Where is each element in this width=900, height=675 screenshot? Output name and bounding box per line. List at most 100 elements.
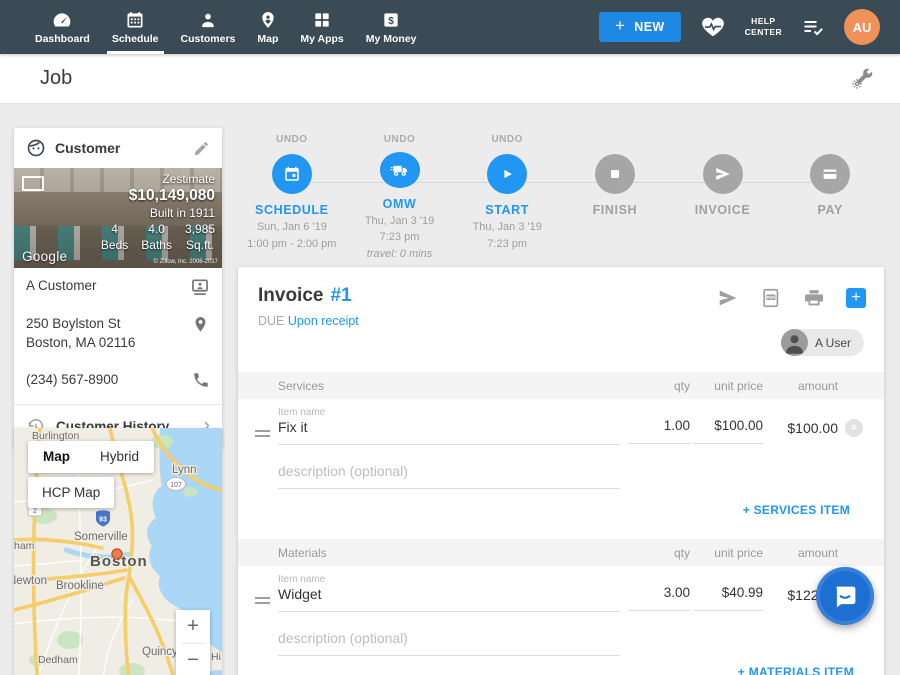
edit-pencil-icon[interactable] <box>193 140 210 157</box>
contact-card-icon[interactable] <box>190 277 210 297</box>
svg-text:Brookline: Brookline <box>56 580 104 592</box>
undo-omw-button[interactable]: UNDO <box>384 134 415 145</box>
zoom-out-button[interactable]: − <box>176 644 210 675</box>
nav-item-my-apps[interactable]: My Apps <box>289 0 354 54</box>
print-icon[interactable] <box>803 287 825 309</box>
step-label: INVOICE <box>695 203 751 217</box>
timeline-step-schedule: UNDO SCHEDULE Sun, Jan 6 '19 1:00 pm - 2… <box>238 134 346 262</box>
unit-price-column-header: unit price <box>714 379 763 393</box>
invoice-title: Invoice <box>258 285 323 307</box>
timeline-step-finish: FINISH <box>561 134 669 262</box>
service-amount: $100.00 <box>787 420 838 436</box>
nav-item-customers[interactable]: Customers <box>170 0 247 54</box>
item-name-label: Item name <box>278 574 325 585</box>
map-type-map-button[interactable]: Map <box>28 441 85 473</box>
dashboard-icon <box>52 10 72 30</box>
services-section-header: Services qty unit price amount <box>238 372 884 399</box>
remove-service-item-button[interactable]: × <box>845 419 863 437</box>
timeline-step-start: UNDO START Thu, Jan 3 '19 7:23 pm <box>453 134 561 262</box>
page-header: Job <box>0 54 900 104</box>
material-item-name-input[interactable] <box>278 586 620 612</box>
nav-item-map[interactable]: Map <box>246 0 289 54</box>
add-materials-item-link[interactable]: + MATERIALS ITEM <box>738 665 854 675</box>
location-pin-icon[interactable] <box>191 315 210 334</box>
nav-item-schedule[interactable]: Schedule <box>101 0 170 54</box>
hcp-map-button[interactable]: HCP Map <box>28 477 114 508</box>
assigned-user-name: A User <box>815 336 851 350</box>
stat-sqft: 3,985Sq.ft. <box>185 222 215 253</box>
add-invoice-button[interactable]: + <box>846 288 866 308</box>
material-description-input[interactable] <box>278 630 620 656</box>
timeline-step-pay: PAY <box>776 134 884 262</box>
due-label: DUE <box>258 314 284 328</box>
tasks-checklist-icon[interactable] <box>801 15 825 39</box>
undo-schedule-button[interactable]: UNDO <box>276 134 307 147</box>
start-step-button[interactable] <box>487 154 527 194</box>
svg-text:Lynn: Lynn <box>172 464 197 476</box>
service-description-input[interactable] <box>278 463 620 489</box>
job-timeline: UNDO SCHEDULE Sun, Jan 6 '19 1:00 pm - 2… <box>238 134 884 262</box>
material-unit-price-input[interactable] <box>693 585 763 611</box>
assigned-user-chip[interactable]: A User <box>781 329 864 356</box>
svg-text:PDF: PDF <box>767 295 776 300</box>
invoice-due: DUE Upon receipt <box>258 314 359 328</box>
pdf-icon[interactable]: PDF <box>760 287 782 309</box>
money-icon: $ <box>381 10 401 30</box>
chat-fab-button[interactable] <box>816 567 874 625</box>
material-qty-input[interactable] <box>628 585 690 611</box>
nav-label: Schedule <box>112 33 159 45</box>
job-tools-button[interactable] <box>851 67 874 90</box>
map-type-switch: Map Hybrid <box>28 441 154 473</box>
map-type-hybrid-button[interactable]: Hybrid <box>85 441 154 473</box>
zestimate-price: $10,149,080 <box>101 187 215 205</box>
schedule-icon <box>125 10 145 30</box>
map-card: 107 93 2 Burlington Lynn Somerville ham … <box>14 428 222 675</box>
undo-start-button[interactable]: UNDO <box>491 134 522 147</box>
send-invoice-icon[interactable] <box>717 287 739 309</box>
qty-column-header: qty <box>674 546 690 560</box>
new-button[interactable]: + NEW <box>599 12 681 42</box>
pay-step-button[interactable] <box>810 154 850 194</box>
svg-text:Hi: Hi <box>211 651 221 663</box>
customer-card-title: Customer <box>55 140 184 156</box>
schedule-step-button[interactable] <box>272 154 312 194</box>
materials-section-header: Materials qty unit price amount <box>238 539 884 566</box>
nav-item-my-money[interactable]: $ My Money <box>355 0 428 54</box>
drag-handle[interactable] <box>255 430 270 440</box>
service-unit-price-input[interactable] <box>693 418 763 444</box>
nav-items: Dashboard Schedule Customers Map My Apps… <box>0 0 428 54</box>
nav-label: Map <box>257 33 278 45</box>
invoice-number[interactable]: #1 <box>330 285 351 307</box>
zestimate-label: Zestimate <box>101 172 215 186</box>
service-item-name-input[interactable] <box>278 419 620 445</box>
zestimate-overlay: Zestimate $10,149,080 Built in 1911 4Bed… <box>101 172 215 253</box>
omw-step-button[interactable] <box>380 152 420 187</box>
finish-step-button[interactable] <box>595 154 635 194</box>
customer-phone: (234) 567-8900 <box>26 371 184 390</box>
due-value-link[interactable]: Upon receipt <box>288 314 359 328</box>
zoom-in-button[interactable]: + <box>176 610 210 643</box>
invoice-step-button[interactable] <box>703 154 743 194</box>
service-qty-input[interactable] <box>628 418 690 444</box>
help-center-button[interactable]: HELP CENTER <box>745 16 782 39</box>
user-avatar[interactable]: AU <box>844 9 880 45</box>
heart-pulse-icon[interactable] <box>700 14 726 40</box>
play-icon <box>498 165 516 183</box>
customer-address-row: 250 Boylston St Boston, MA 02116 <box>14 306 222 362</box>
customer-address: 250 Boylston St Boston, MA 02116 <box>26 315 183 353</box>
stop-icon <box>607 166 623 182</box>
drag-handle[interactable] <box>255 597 270 607</box>
page-title: Job <box>40 67 72 90</box>
add-services-item-link[interactable]: + SERVICES ITEM <box>743 503 850 517</box>
nav-item-dashboard[interactable]: Dashboard <box>24 0 101 54</box>
map-pin-icon <box>258 10 278 30</box>
customers-icon <box>198 10 218 30</box>
customer-card-header: Customer <box>14 128 222 168</box>
svg-text:Quincy: Quincy <box>142 646 178 658</box>
timeline-step-omw: UNDO OMW Thu, Jan 3 '19 7:23 pm travel: … <box>346 134 454 262</box>
invoice-card: Invoice #1 DUE Upon receipt PDF + A User… <box>238 267 884 675</box>
phone-icon[interactable] <box>192 371 210 389</box>
step-label: FINISH <box>593 203 638 217</box>
property-stats: 4Beds 4.0Baths 3,985Sq.ft. <box>101 222 215 253</box>
top-navbar: Dashboard Schedule Customers Map My Apps… <box>0 0 900 54</box>
